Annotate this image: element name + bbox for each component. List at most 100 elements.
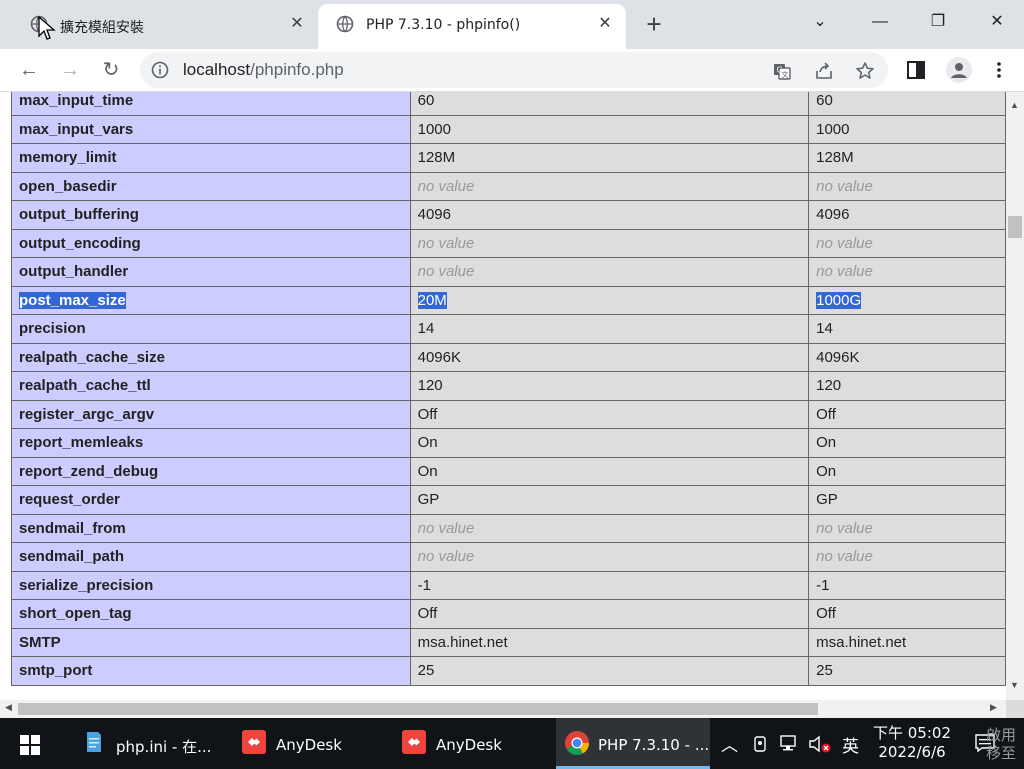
close-icon[interactable]: ✕	[288, 15, 306, 33]
directive-value: 120	[816, 377, 842, 395]
directives-body: max_input_time 60 60 max_input_vars 1000 1000…	[11, 92, 1006, 686]
master-value-cell: 120	[808, 371, 1006, 401]
directive-name: realpath_cache_ttl	[19, 377, 151, 395]
address-bar[interactable]: localhost/phpinfo.php G 文	[140, 52, 888, 88]
taskbar-item-anydesk[interactable]: AnyDesk	[238, 718, 378, 769]
directive-name-cell: sendmail_path	[11, 542, 411, 572]
directive-value: msa.hinet.net	[417, 633, 508, 651]
directive-name: SMTP	[19, 633, 61, 651]
show-hidden-icons-chevron-icon[interactable]: ︿	[721, 731, 738, 756]
taskbar-item-chrome[interactable]: PHP 7.3.10 - ...	[556, 718, 710, 769]
local-value-cell: no value	[409, 257, 810, 287]
forward-button[interactable]: →	[55, 55, 85, 85]
master-value-cell: Off	[808, 399, 1006, 429]
master-value-cell: 128M	[808, 143, 1006, 173]
directive-name-cell: output_encoding	[11, 228, 411, 258]
scroll-left-arrow-icon[interactable]: ◀	[5, 702, 12, 713]
directive-row: sendmail_from no value no value	[11, 513, 1006, 543]
directive-value: 4096	[417, 206, 451, 224]
clock-date: 2022/6/6	[878, 743, 946, 761]
vertical-scrollbar[interactable]: ▲ ▼	[1006, 92, 1024, 700]
back-button[interactable]: ←	[14, 55, 44, 85]
taskbar-item-notepad[interactable]: php.ini - 在...	[78, 718, 218, 769]
directive-value: 25	[417, 662, 435, 680]
local-value-cell: Off	[409, 399, 810, 429]
local-value-cell: 1000	[409, 114, 810, 144]
profile-avatar-icon[interactable]	[946, 57, 972, 83]
directive-row: sendmail_path no value no value	[11, 542, 1006, 572]
no-value-text: no value	[816, 548, 873, 566]
master-value-cell: no value	[808, 542, 1006, 572]
windows-start-icon[interactable]	[20, 735, 40, 755]
no-value-text: no value	[816, 234, 873, 252]
directive-name-cell: max_input_time	[11, 92, 411, 116]
volume-muted-icon[interactable]	[808, 734, 832, 754]
directive-name-cell: memory_limit	[11, 143, 411, 173]
url-text[interactable]: localhost/phpinfo.php	[183, 60, 344, 80]
browser-toolbar: ← → ↻ localhost/phpinfo.php G 文	[0, 49, 1024, 92]
directive-row: output_buffering 4096 4096	[11, 200, 1006, 230]
tab-title: 擴充模組安裝	[60, 20, 144, 36]
info-icon[interactable]	[151, 61, 169, 79]
share-icon[interactable]	[814, 61, 834, 81]
master-value-cell: 1000G	[808, 285, 1006, 315]
no-value-text: no value	[816, 263, 873, 281]
menu-kebab-icon[interactable]	[988, 59, 1010, 81]
tab-phpinfo[interactable]: PHP 7.3.10 - phpinfo() ✕	[318, 4, 626, 49]
ime-indicator[interactable]: 英	[842, 732, 859, 757]
scroll-right-arrow-icon[interactable]: ▶	[990, 702, 997, 713]
anydesk-icon	[242, 730, 266, 754]
new-tab-button[interactable]: +	[641, 11, 667, 38]
scrollbar-thumb[interactable]	[1008, 216, 1022, 238]
globe-icon	[336, 15, 354, 33]
reload-button[interactable]: ↻	[96, 55, 126, 85]
scroll-down-arrow-icon[interactable]: ▼	[1010, 680, 1019, 690]
page-content[interactable]: max_input_time 60 60 max_input_vars 1000 1000…	[0, 92, 1006, 700]
translate-icon[interactable]: G 文	[772, 61, 792, 81]
taskbar-item-label: AnyDesk	[436, 736, 502, 754]
directive-name: post_max_size	[19, 291, 126, 309]
network-icon[interactable]	[778, 734, 800, 754]
window-close-button[interactable]: ✕	[981, 8, 1013, 36]
local-value-cell: msa.hinet.net	[409, 627, 810, 657]
local-value-cell: Off	[409, 599, 810, 629]
horizontal-scrollbar[interactable]: ◀ ▶	[0, 700, 1006, 718]
scroll-up-arrow-icon[interactable]: ▲	[1010, 100, 1019, 110]
directive-value: 25	[816, 662, 833, 680]
bookmark-star-icon[interactable]	[855, 61, 875, 81]
minimize-button[interactable]: —	[864, 8, 896, 36]
local-value-cell: 25	[409, 656, 810, 686]
directive-name: serialize_precision	[19, 576, 154, 594]
directive-value: msa.hinet.net	[816, 633, 907, 651]
scrollbar-thumb[interactable]	[18, 703, 818, 715]
directive-name-cell: report_zend_debug	[11, 456, 411, 486]
local-value-cell: 14	[409, 314, 810, 344]
directive-name: precision	[19, 320, 86, 338]
directive-value: GP	[417, 491, 440, 509]
clock-time: 下午 05:02	[873, 724, 951, 742]
master-value-cell: 4096	[808, 200, 1006, 230]
directive-row: request_order GP GP	[11, 485, 1006, 515]
directive-row: open_basedir no value no value	[11, 171, 1006, 201]
directive-name-cell: smtp_port	[11, 656, 411, 686]
system-clock[interactable]: 下午 05:02 2022/6/6	[872, 724, 952, 762]
restore-button[interactable]: ❐	[922, 8, 954, 36]
taskbar-item-anydesk-2[interactable]: AnyDesk	[398, 718, 538, 769]
master-value-cell: no value	[808, 257, 1006, 287]
directive-value: 120	[417, 377, 443, 395]
no-value-text: no value	[816, 177, 873, 195]
close-icon[interactable]: ✕	[596, 15, 614, 33]
taskbar-item-label: AnyDesk	[276, 736, 342, 754]
directive-name-cell: open_basedir	[11, 171, 411, 201]
tab-search-button[interactable]: ⌄	[804, 8, 836, 36]
directive-value: Off	[816, 405, 836, 423]
tab-extension-install[interactable]: 擴充模組安裝 ✕	[12, 4, 316, 49]
people-icon[interactable]	[752, 735, 768, 753]
directive-row: report_memleaks On On	[11, 428, 1006, 458]
directive-value: 1000G	[816, 291, 862, 309]
master-value-cell: GP	[808, 485, 1006, 515]
directive-row: max_input_vars 1000 1000	[11, 114, 1006, 144]
side-panel-icon[interactable]	[905, 59, 927, 81]
local-value-cell: no value	[409, 513, 810, 543]
scrollbar-corner	[1006, 700, 1024, 718]
